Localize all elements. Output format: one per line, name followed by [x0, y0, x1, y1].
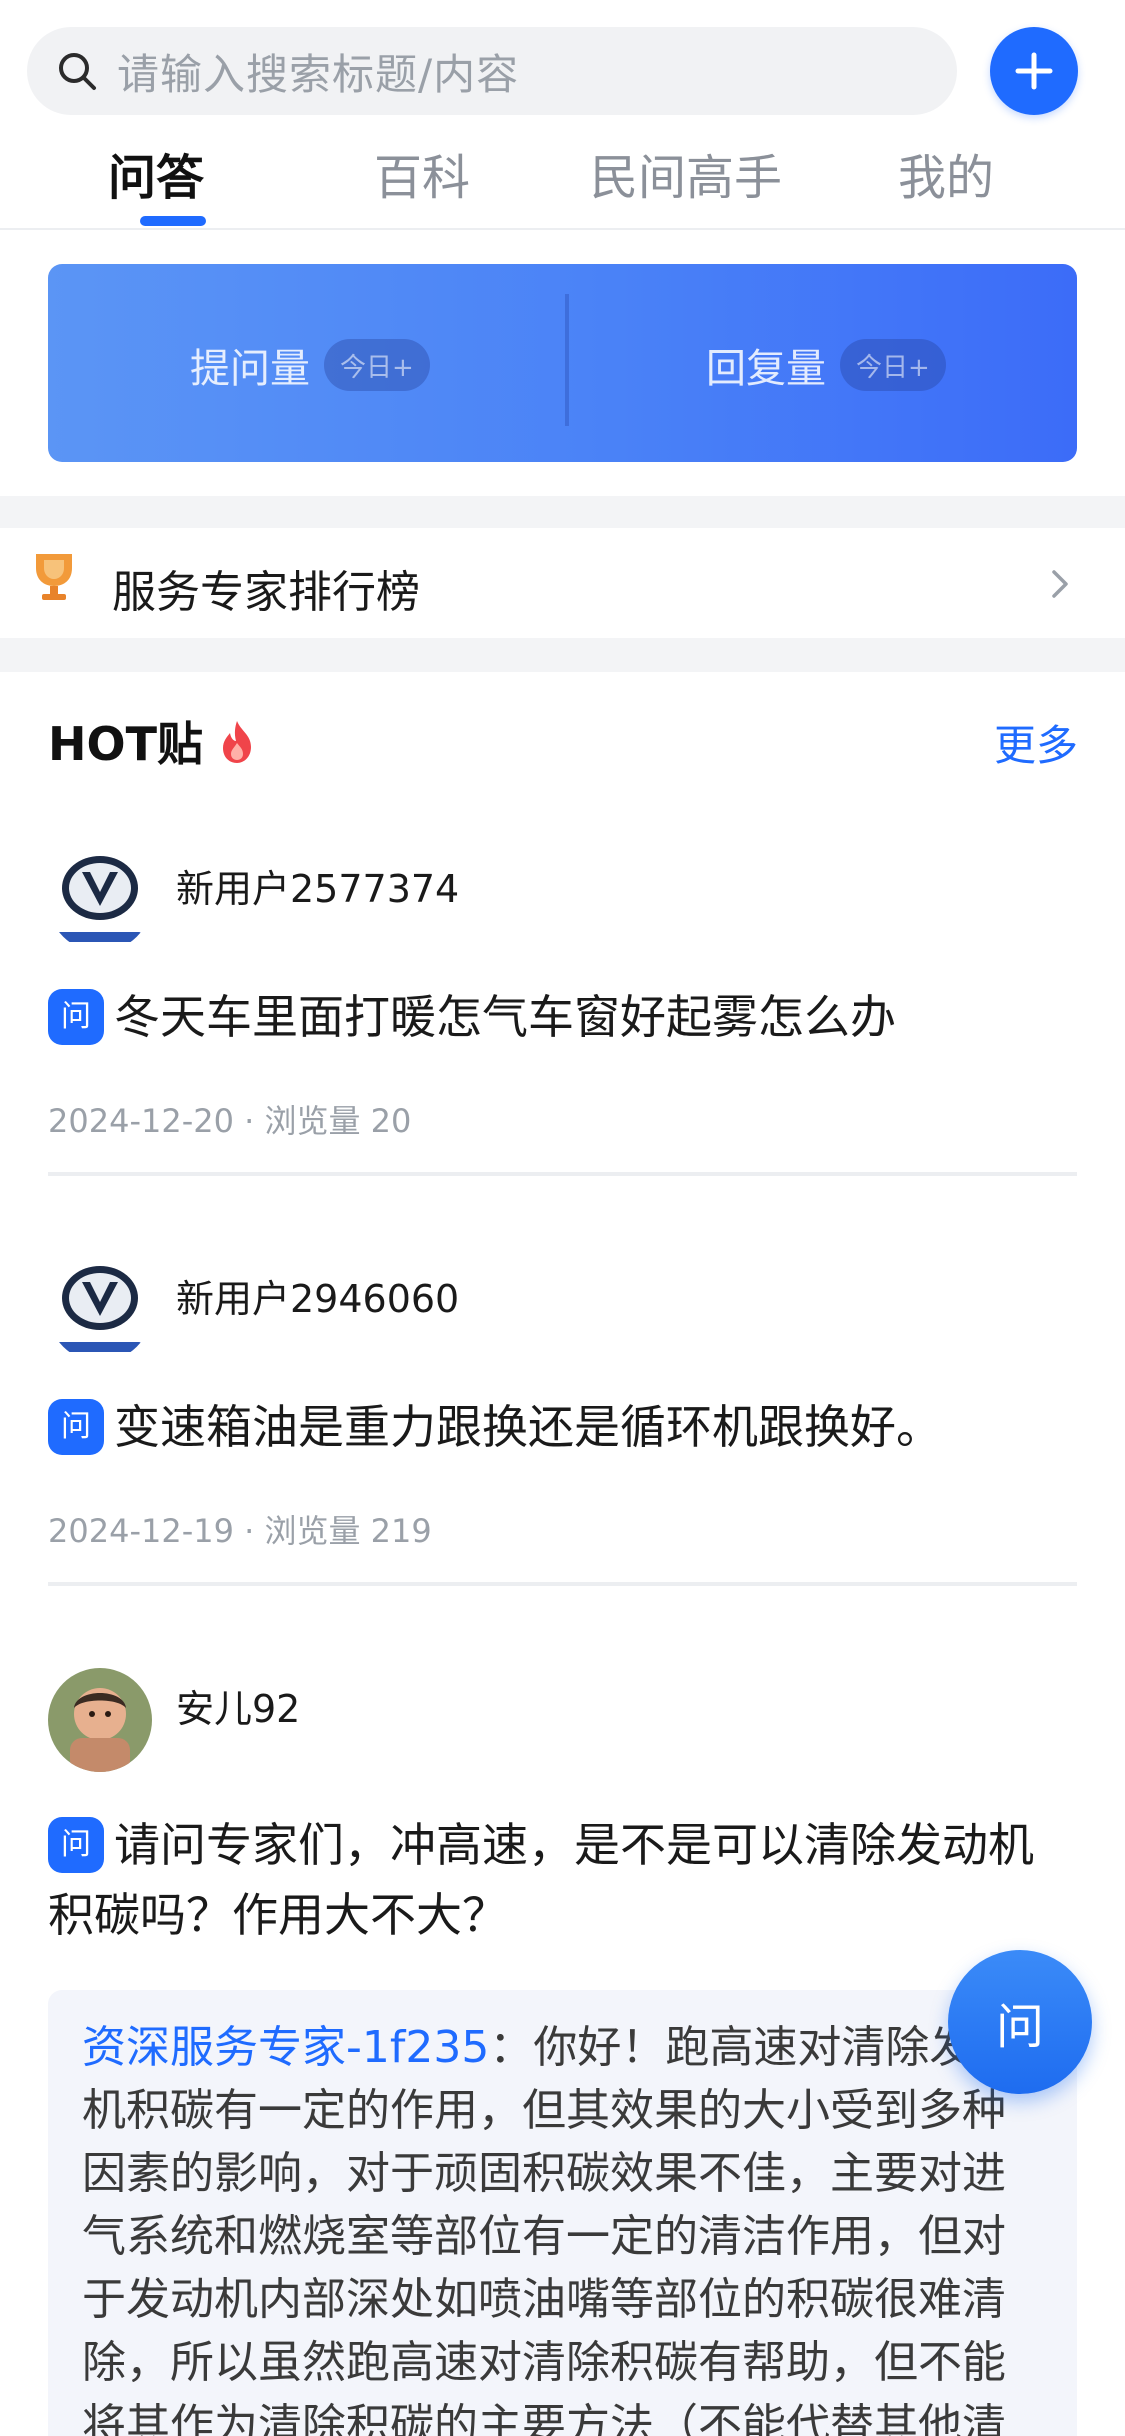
avatar[interactable] [48, 848, 152, 952]
brand-logo-icon [48, 856, 152, 946]
top-bar: 请输入搜索标题/内容 [0, 0, 1125, 130]
question-text[interactable]: 问请问专家们，冲高速，是不是可以清除发动机积碳吗？作用大不大？ [48, 1810, 1077, 1950]
brand-logo-icon [48, 1266, 152, 1356]
username: 新用户2577374 [176, 867, 460, 911]
hot-title: HOT贴 [48, 717, 203, 771]
chevron-right-icon [1052, 570, 1068, 598]
username: 新用户2946060 [176, 1277, 460, 1321]
question-count-label: 提问量 [190, 346, 310, 392]
post-meta: 2024-12-19 · 浏览量 219 [48, 1512, 432, 1550]
view-count: 浏览量 219 [264, 1512, 432, 1550]
question-badge: 问 [48, 988, 104, 1045]
plus-icon [1015, 52, 1053, 90]
post-meta: 2024-12-20 · 浏览量 20 [48, 1102, 412, 1140]
question-title: 变速箱油是重力跟换还是循环机跟换好。 [114, 1400, 942, 1454]
question-badge: 问 [48, 1816, 104, 1873]
question-title: 请问专家们，冲高速，是不是可以清除发动机积碳吗？作用大不大？ [48, 1818, 1034, 1942]
post-item[interactable]: 新用户2577374 问冬天车里面打暖怎气车窗好起雾怎么办 2024-12-20… [48, 848, 1077, 1184]
username: 安儿92 [176, 1687, 301, 1731]
add-button[interactable] [990, 27, 1078, 115]
divider [48, 1582, 1077, 1586]
question-text[interactable]: 问变速箱油是重力跟换还是循环机跟换好。 [48, 1392, 1077, 1462]
question-count-stat[interactable]: 提问量 今日+ [190, 336, 430, 394]
avatar[interactable] [48, 1258, 152, 1362]
reply-count-label: 回复量 [706, 346, 826, 392]
trophy-icon [36, 554, 72, 600]
post-date: 2024-12-20 [48, 1102, 234, 1140]
today-badge: 今日+ [840, 339, 946, 391]
reply-count-stat[interactable]: 回复量 今日+ [706, 336, 946, 394]
stats-banner: 提问量 今日+ 回复量 今日+ [48, 264, 1077, 462]
section-divider [0, 496, 1125, 528]
post-item[interactable]: 新用户2946060 问变速箱油是重力跟换还是循环机跟换好。 2024-12-1… [48, 1258, 1077, 1594]
user-photo-icon [48, 1668, 152, 1772]
hot-section-title: HOT贴 [48, 708, 259, 774]
tab-qa[interactable]: 问答 [108, 138, 204, 208]
answer-text: ：你好！跑高速对清除发动机积碳有一定的作用，但其效果的大小受到多种因素的影响，对… [82, 2022, 1018, 2436]
answer-author[interactable]: 资深服务专家-1f235 [82, 2022, 489, 2073]
search-input[interactable]: 请输入搜索标题/内容 [27, 27, 957, 115]
tab-bar: 问答 百科 民间高手 我的 [0, 130, 1125, 230]
view-count: 浏览量 20 [264, 1102, 412, 1140]
expert-ranking-row[interactable]: 服务专家排行榜 [0, 528, 1125, 638]
post-date: 2024-12-19 [48, 1512, 234, 1550]
question-badge: 问 [48, 1398, 104, 1455]
divider [48, 1172, 1077, 1176]
ranking-title: 服务专家排行榜 [112, 567, 420, 618]
today-badge: 今日+ [324, 339, 430, 391]
answer-preview[interactable]: 资深服务专家-1f235：你好！跑高速对清除发动机积碳有一定的作用，但其效果的大… [48, 1990, 1077, 2436]
tab-folk-experts[interactable]: 民间高手 [590, 138, 782, 208]
search-icon [55, 49, 99, 93]
more-link[interactable]: 更多 [994, 712, 1078, 773]
tab-encyclopedia[interactable]: 百科 [374, 138, 470, 208]
post-item[interactable]: 安儿92 问请问专家们，冲高速，是不是可以清除发动机积碳吗？作用大不大？ [48, 1668, 1077, 1968]
active-tab-indicator [140, 216, 206, 226]
question-title: 冬天车里面打暖怎气车窗好起雾怎么办 [114, 990, 896, 1044]
ask-question-button[interactable]: 问 [948, 1950, 1092, 2094]
question-text[interactable]: 问冬天车里面打暖怎气车窗好起雾怎么办 [48, 982, 1077, 1052]
search-placeholder: 请输入搜索标题/内容 [117, 49, 520, 99]
flame-icon [222, 721, 251, 763]
avatar[interactable] [48, 1668, 152, 1772]
section-divider [0, 638, 1125, 672]
stats-divider [565, 294, 569, 426]
tab-mine[interactable]: 我的 [898, 138, 994, 208]
